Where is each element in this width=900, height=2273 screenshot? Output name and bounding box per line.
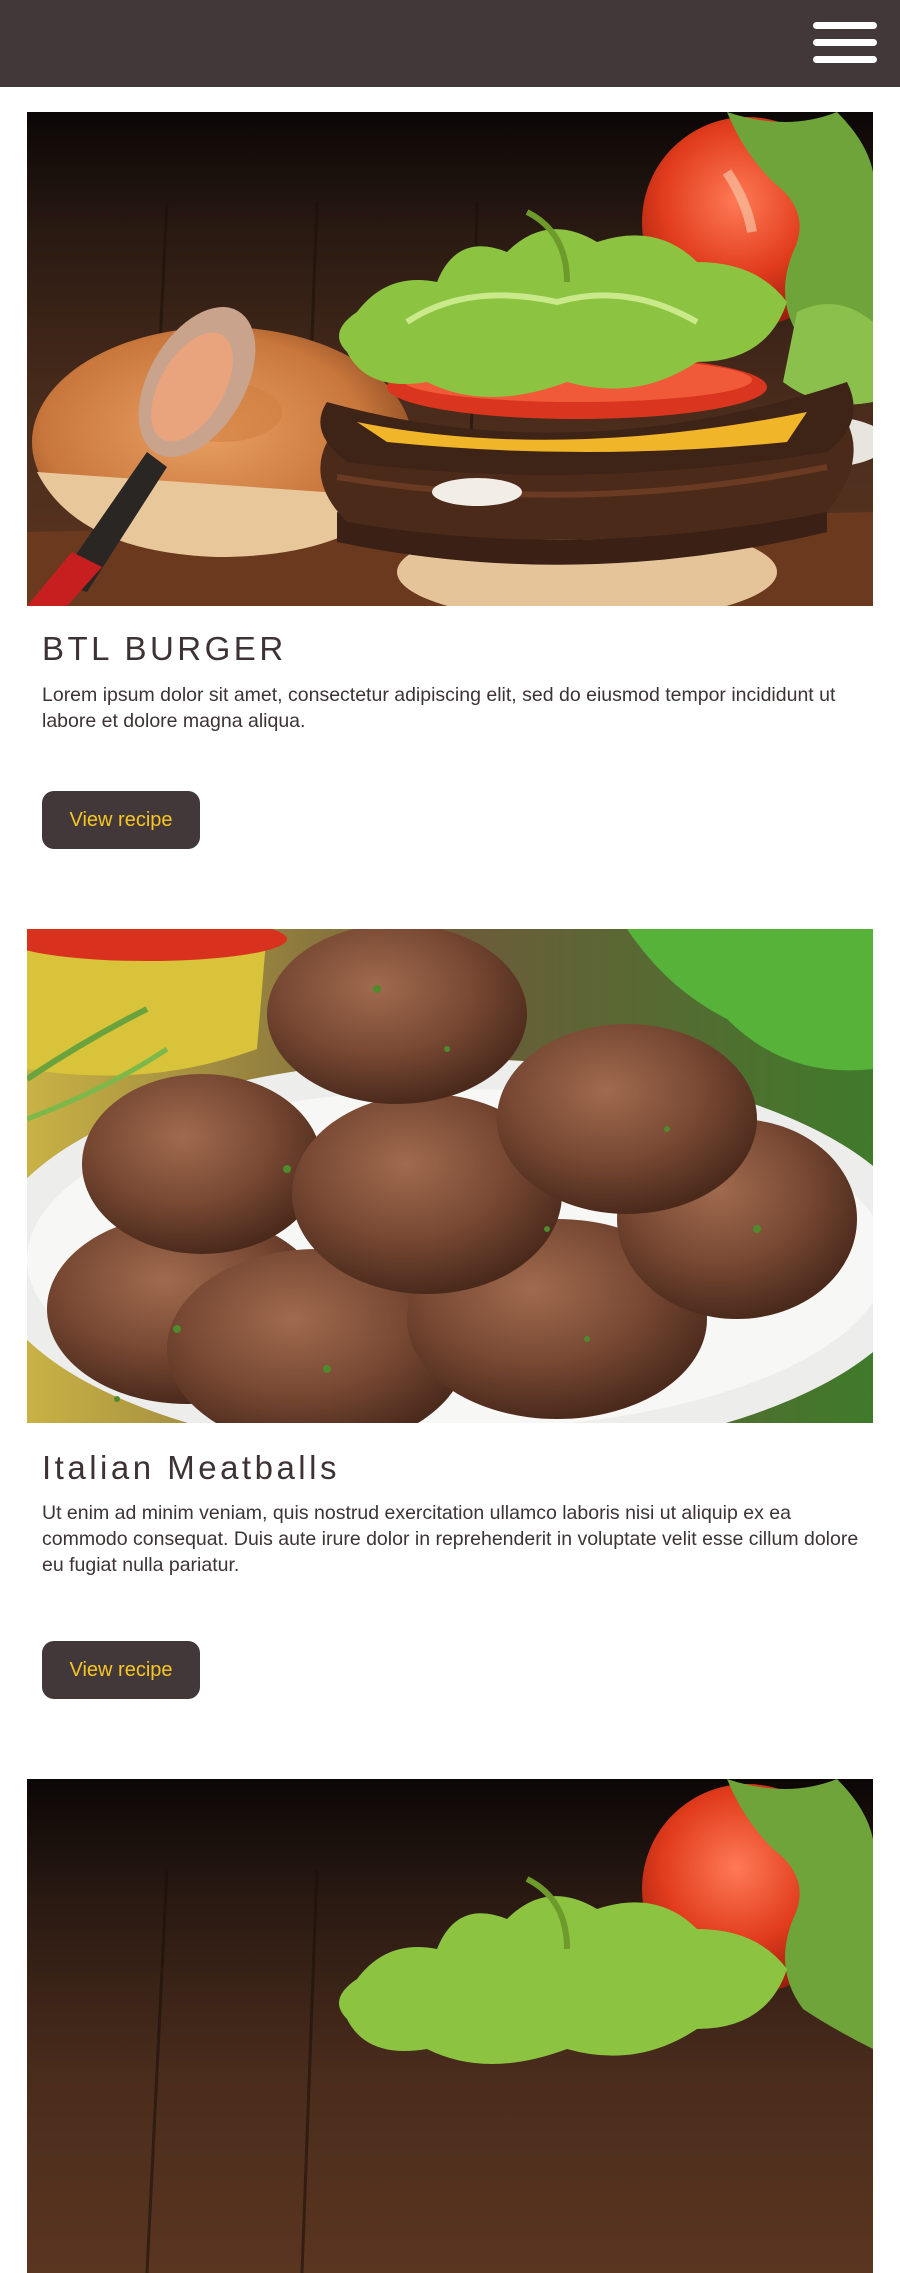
- recipe-description: Lorem ipsum dolor sit amet, consectetur …: [42, 684, 836, 732]
- recipe-description: Ut enim ad minim veniam, quis nostrud ex…: [42, 1502, 859, 1576]
- menu-line: [813, 22, 877, 29]
- menu-line: [813, 56, 877, 63]
- recipe-title: BTL BURGER: [42, 630, 287, 667]
- burger-image: [27, 112, 873, 606]
- hamburger-menu-icon[interactable]: [813, 22, 877, 64]
- burger-image: [27, 1779, 873, 2273]
- view-recipe-button[interactable]: View recipe: [42, 791, 200, 849]
- recipe-title: Italian Meatballs: [42, 1449, 340, 1486]
- meatballs-image: [27, 929, 873, 1423]
- top-navigation-bar: [0, 0, 900, 87]
- menu-line: [813, 39, 877, 46]
- view-recipe-button[interactable]: View recipe: [42, 1641, 200, 1699]
